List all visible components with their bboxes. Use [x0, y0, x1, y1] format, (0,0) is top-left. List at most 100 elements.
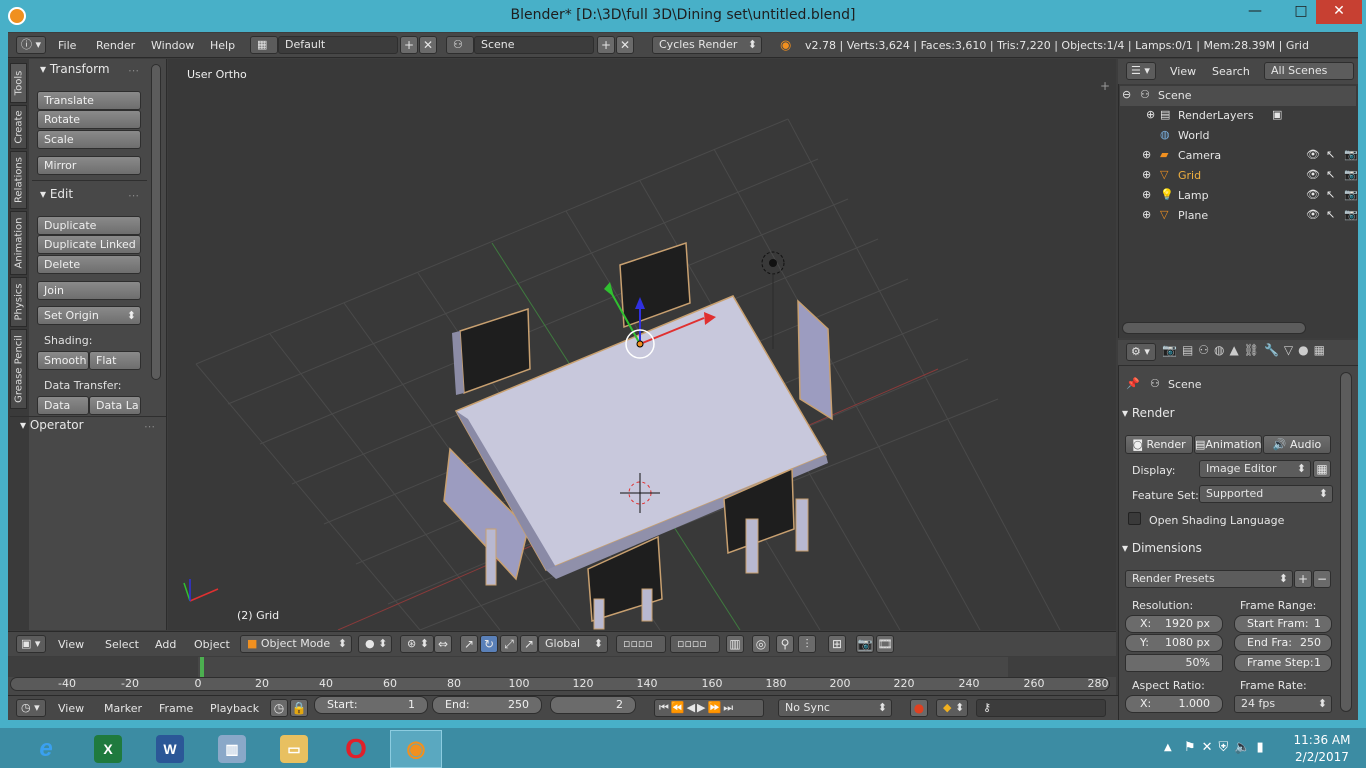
resolution-x-field[interactable]: X: 1920 px: [1125, 615, 1223, 633]
editor-type-timeline[interactable]: ◷ ▾: [16, 699, 46, 717]
minimize-button[interactable]: —: [1232, 0, 1278, 24]
tab-grease-pencil[interactable]: Grease Pencil: [10, 329, 27, 409]
editor-type-outliner[interactable]: ☰ ▾: [1126, 62, 1156, 80]
show-hidden-icons[interactable]: ▲: [1164, 742, 1172, 753]
tool-shelf-scrollbar[interactable]: [151, 64, 161, 380]
menu-select[interactable]: Select: [105, 638, 139, 651]
scale-button[interactable]: Scale: [37, 130, 141, 149]
drag-handle-icon[interactable]: ⋯: [144, 420, 155, 433]
render-panel-header[interactable]: ▾ Render: [1122, 406, 1334, 420]
viewport-shading-select[interactable]: ● ⬍: [358, 635, 392, 653]
menu-help[interactable]: Help: [210, 39, 235, 52]
aspect-x-field[interactable]: X: 1.000: [1125, 695, 1223, 713]
cursor-icon[interactable]: ↖: [1326, 208, 1335, 221]
menu-file[interactable]: File: [58, 39, 76, 52]
end-frame-field[interactable]: End: 250: [432, 696, 542, 714]
smooth-button[interactable]: Smooth: [37, 351, 89, 370]
editor-type-properties[interactable]: ⚙ ▾: [1126, 343, 1156, 361]
duplicate-button[interactable]: Duplicate: [37, 216, 141, 235]
menu-render[interactable]: Render: [96, 39, 135, 52]
outliner-scrollbar[interactable]: [1122, 322, 1306, 334]
timeline[interactable]: -40 -20 0 20 40 60 80 100 120 140 160 18…: [8, 657, 1116, 695]
menu-view[interactable]: View: [58, 638, 84, 651]
eye-icon[interactable]: 👁: [1306, 208, 1320, 221]
render-engine-select[interactable]: Cycles Render ⬍: [652, 36, 762, 54]
tab-tools[interactable]: Tools: [10, 63, 27, 103]
manipulator-toggle[interactable]: ⇔: [434, 635, 452, 653]
outliner-item-world[interactable]: ◍ World: [1120, 126, 1356, 146]
eye-icon[interactable]: 👁: [1306, 148, 1320, 161]
blender-taskbar-icon[interactable]: ◉: [390, 730, 442, 768]
expand-icon[interactable]: ⊕: [1142, 188, 1151, 201]
excel-icon[interactable]: X: [82, 730, 134, 768]
record-icon[interactable]: ●: [910, 699, 928, 717]
properties-context-tabs[interactable]: 📷▤⚇◍▲⛓🔧▽●▦: [1162, 343, 1358, 361]
menu-object[interactable]: Object: [194, 638, 230, 651]
render-button[interactable]: ◙ Render: [1125, 435, 1193, 454]
editor-type-info[interactable]: ⓘ ▾: [16, 36, 46, 54]
3d-viewport[interactable]: User Ortho (2) Grid +: [168, 59, 1116, 630]
outliner-item-plane[interactable]: ⊕ ▽ Plane 👁 ↖ 📷: [1120, 206, 1358, 226]
screen-layout-icon[interactable]: ▦: [250, 36, 278, 54]
remove-layout-button[interactable]: ✕: [419, 36, 437, 54]
eye-icon[interactable]: 👁: [1306, 168, 1320, 181]
tab-create[interactable]: Create: [10, 105, 27, 149]
data-button[interactable]: Data: [37, 396, 89, 415]
frame-rate-select[interactable]: 24 fps ⬍: [1234, 695, 1332, 713]
playback-controls[interactable]: ⏮⏪◀▶⏩⏭: [654, 699, 764, 717]
pivot-point-select[interactable]: ⊛ ⬍: [400, 635, 434, 653]
rotate-button[interactable]: Rotate: [37, 110, 141, 129]
clock-time[interactable]: 11:36 AM: [1290, 733, 1354, 747]
manipulator-scale-icon[interactable]: ⤢: [500, 635, 518, 653]
expand-icon[interactable]: ⊕: [1146, 108, 1155, 121]
manipulator-rotate-icon[interactable]: ↻: [480, 635, 498, 653]
lock-interface-icon[interactable]: ▦: [1313, 460, 1331, 478]
opera-icon[interactable]: O: [330, 730, 382, 768]
lock-camera-icon[interactable]: ▥: [726, 635, 744, 653]
menu-frame[interactable]: Frame: [159, 702, 193, 715]
layers-grid-2[interactable]: ▫▫▫▫: [670, 635, 720, 653]
render-view-icon[interactable]: 📷: [856, 635, 874, 653]
keying-set-field[interactable]: ⚷: [976, 699, 1106, 717]
tab-animation[interactable]: Animation: [10, 211, 27, 275]
start-frame-field[interactable]: Start Fram: 1: [1234, 615, 1332, 633]
osl-checkbox[interactable]: [1128, 512, 1141, 525]
translate-button[interactable]: Translate: [37, 91, 141, 110]
properties-scrollbar[interactable]: [1340, 372, 1352, 712]
render-icon[interactable]: 📷: [1344, 188, 1358, 201]
eye-icon[interactable]: 👁: [1306, 188, 1320, 201]
expand-icon[interactable]: ⊕: [1142, 148, 1151, 161]
file-explorer-icon[interactable]: ▭: [268, 730, 320, 768]
display-mode-select[interactable]: All Scenes: [1264, 62, 1354, 80]
data-layout-button[interactable]: Data La: [89, 396, 141, 415]
menu-view[interactable]: View: [58, 702, 84, 715]
edit-panel-header[interactable]: ▾ Edit: [40, 187, 73, 201]
proportional-edit-icon[interactable]: ◎: [752, 635, 770, 653]
expand-icon[interactable]: ⊕: [1142, 208, 1151, 221]
menu-add[interactable]: Add: [155, 638, 176, 651]
resolution-y-field[interactable]: Y: 1080 px: [1125, 634, 1223, 652]
animation-button[interactable]: ▤Animation: [1194, 435, 1262, 454]
operator-panel-header[interactable]: ▾ Operator: [20, 418, 84, 432]
close-button[interactable]: ✕: [1316, 0, 1362, 24]
resolution-percentage-field[interactable]: 50%: [1125, 654, 1223, 672]
outliner-item-renderlayers[interactable]: ⊕ ▤ RenderLayers ▣: [1120, 106, 1356, 126]
layers-grid-1[interactable]: ▫▫▫▫: [616, 635, 666, 653]
mirror-button[interactable]: Mirror: [37, 156, 141, 175]
menu-marker[interactable]: Marker: [104, 702, 142, 715]
add-scene-button[interactable]: +: [597, 36, 615, 54]
dimensions-panel-header[interactable]: ▾ Dimensions: [1122, 541, 1334, 555]
add-layout-button[interactable]: +: [400, 36, 418, 54]
sync-mode-select[interactable]: No Sync ⬍: [778, 699, 892, 717]
snap-element-icon[interactable]: ⫶: [798, 635, 816, 653]
drag-handle-icon[interactable]: ⋯: [128, 189, 139, 202]
render-icon[interactable]: 📷: [1344, 168, 1358, 181]
system-tray-icons[interactable]: ⚑✕⛨🔈▮: [1184, 740, 1270, 755]
clock-date[interactable]: 2/2/2017: [1290, 750, 1354, 764]
manipulator-translate-icon[interactable]: ↗: [460, 635, 478, 653]
outliner-item-camera[interactable]: ⊕ ▰ Camera 👁 ↖ 📷: [1120, 146, 1358, 166]
manipulator-extra-icon[interactable]: ↗: [520, 635, 538, 653]
menu-search[interactable]: Search: [1212, 65, 1250, 78]
join-button[interactable]: Join: [37, 281, 141, 300]
layout-field[interactable]: Default: [278, 36, 398, 54]
